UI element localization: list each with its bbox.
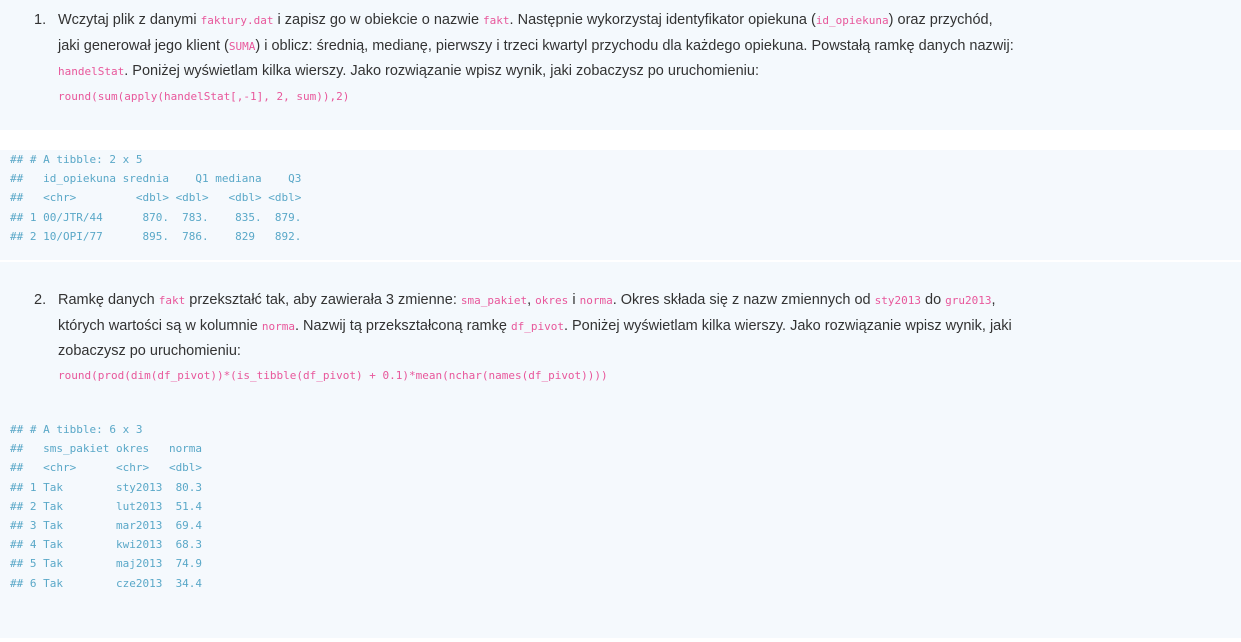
task-2-line-2-text: których wartości są w kolumnie norma. Na… <box>58 318 1012 334</box>
output-1-line: ## 1 00/JTR/44 870. 783. 835. 879. <box>10 210 302 224</box>
output-1-line: ## # A tibble: 2 x 5 <box>10 153 143 166</box>
inline-code: id_opiekuna <box>815 14 889 27</box>
output-2-line: ## 5 Tak maj2013 74.9 <box>10 557 203 571</box>
prose-text: . Poniżej wyświetlam kilka wierszy. Jako… <box>563 317 1012 334</box>
inline-code: SUMA <box>228 39 256 53</box>
prose-text: , <box>991 292 996 308</box>
prose-text: Wczytaj plik z danymi <box>58 12 201 28</box>
inline-code: faktury.dat <box>200 14 274 27</box>
inline-code: fakt <box>483 14 510 27</box>
prose-text: i zapisz go w obiekcie o nazwie <box>273 12 484 28</box>
prose-text: ) oraz przychód, <box>888 12 993 28</box>
output-1-line: ## 2 10/OPI/77 895. 786. 829 892. <box>10 229 302 243</box>
task-1-line-1: 1. Wczytaj plik z danymi faktury.dat i z… <box>34 8 1211 34</box>
output-2-line: ## 3 Tak mar2013 69.4 <box>10 519 203 533</box>
output-2-line: ## # A tibble: 6 x 3 <box>10 423 143 436</box>
task-1: 1. Wczytaj plik z danymi faktury.dat i z… <box>0 0 1241 130</box>
output-2-line: ## <chr> <chr> <dbl> <box>10 461 203 475</box>
task-2-line-3-text: zobaczysz po uruchomieniu: <box>58 343 241 359</box>
prose-text: ) i oblicz: średnią, medianę, pierwszy i… <box>255 37 1014 54</box>
prose-text: . Poniżej wyświetlam kilka wierszy. Jako… <box>124 63 759 79</box>
task-2: 2. Ramkę danych fakt przekształć tak, ab… <box>0 262 1241 420</box>
task-2-line-3: zobaczysz po uruchomieniu: <box>34 339 1211 364</box>
inline-code: df_pivot <box>510 319 564 333</box>
task-1-code: round(sum(apply(handelStat[,-1], 2, sum)… <box>58 89 350 103</box>
prose-text: . Nazwij tą przekształconą ramkę <box>295 317 511 334</box>
task-2-line-1: 2. Ramkę danych fakt przekształć tak, ab… <box>34 288 1211 314</box>
task-2-number: 2. <box>34 292 47 308</box>
prose-text: do <box>920 292 946 308</box>
task-1-line-3-text: handelStat. Poniżej wyświetlam kilka wie… <box>58 63 759 79</box>
prose-text: , <box>527 292 536 308</box>
inline-code: fakt <box>158 294 186 307</box>
output-block-2: ## # A tibble: 6 x 3 ## sms_pakiet okres … <box>0 420 1241 638</box>
prose-text: przekształć tak, aby zawierała 3 zmienne… <box>185 292 461 308</box>
output-2-line: ## 1 Tak sty2013 80.3 <box>10 480 203 494</box>
output-2-line: ## 2 Tak lut2013 51.4 <box>10 499 203 513</box>
inline-code: handelStat <box>58 65 125 78</box>
prose-text: i <box>568 292 580 308</box>
prose-text: jaki generował jego klient ( <box>58 37 229 54</box>
prose-text: Ramkę danych <box>58 292 159 308</box>
task-2-line-1-text: Ramkę danych fakt przekształć tak, aby z… <box>58 292 996 308</box>
task-1-line-3: handelStat. Poniżej wyświetlam kilka wie… <box>34 59 1211 85</box>
output-2-line: ## 4 Tak kwi2013 68.3 <box>10 538 203 552</box>
prose-text: zobaczysz po uruchomieniu: <box>58 343 241 359</box>
task-1-line-1-text: Wczytaj plik z danymi faktury.dat i zapi… <box>58 12 993 28</box>
task-1-number: 1. <box>34 12 47 28</box>
inline-code: sma_pakiet <box>460 294 528 307</box>
inline-code: okres <box>535 294 569 307</box>
task-1-line-2: jaki generował jego klient (SUMA) i obli… <box>34 34 1211 60</box>
prose-text: . Następnie wykorzystaj identyfikator op… <box>509 12 816 28</box>
output-1-line: ## id_opiekuna srednia Q1 mediana Q3 <box>10 172 302 186</box>
prose-text: . Okres składa się z nazw zmiennych od <box>612 292 875 308</box>
task-2-code: round(prod(dim(df_pivot))*(is_tibble(df_… <box>58 368 608 382</box>
prose-text: których wartości są w kolumnie <box>58 317 262 334</box>
task-2-line-2: których wartości są w kolumnie norma. Na… <box>34 314 1211 340</box>
task-1-line-2-text: jaki generował jego klient (SUMA) i obli… <box>58 38 1014 54</box>
output-2-line: ## sms_pakiet okres norma <box>10 442 203 456</box>
output-1-line: ## <chr> <dbl> <dbl> <dbl> <dbl> <box>10 191 302 205</box>
output-block-1: ## # A tibble: 2 x 5 ## id_opiekuna sredn… <box>0 150 1241 260</box>
inline-code: gru2013 <box>945 294 992 307</box>
inline-code: norma <box>261 319 295 333</box>
inline-code: norma <box>579 294 613 307</box>
inline-code: sty2013 <box>874 294 921 307</box>
output-2-line: ## 6 Tak cze2013 34.4 <box>10 576 203 590</box>
